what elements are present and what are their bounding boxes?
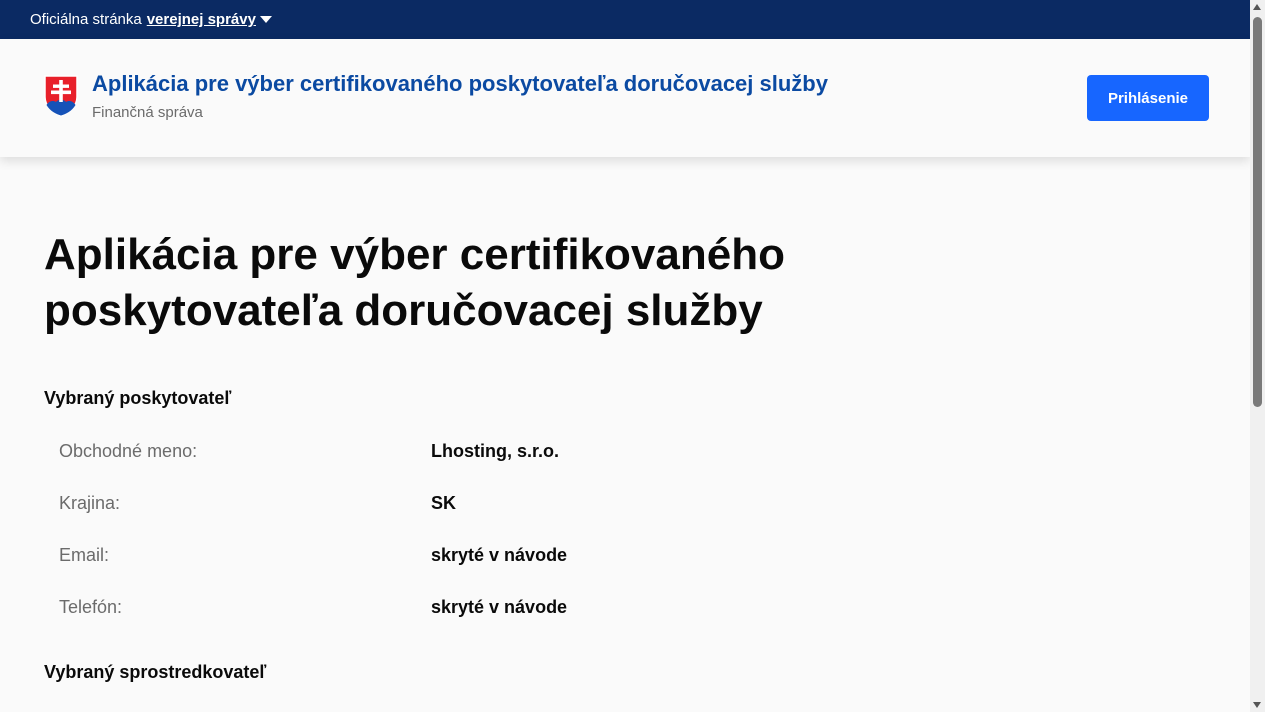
provider-row-phone: Telefón: skryté v návode	[44, 581, 1250, 633]
selected-provider-heading: Vybraný poskytovateľ	[44, 388, 232, 408]
organization-name: Finančná správa	[92, 103, 203, 121]
main-content: Aplikácia pre výber certifikovaného posk…	[0, 157, 1250, 683]
official-site-label: Oficiálna stránka	[30, 11, 142, 28]
detail-label: Email:	[59, 544, 110, 565]
scrollbar-thumb[interactable]	[1253, 17, 1262, 407]
page: Oficiálna stránka verejnej správy Apliká…	[0, 0, 1250, 712]
public-administration-link[interactable]: verejnej správy	[147, 11, 256, 28]
caret-down-icon	[259, 16, 272, 23]
official-site-bar: Oficiálna stránka verejnej správy	[0, 0, 1250, 39]
page-title: Aplikácia pre výber certifikovaného posk…	[44, 230, 785, 335]
provider-row-email: Email: skryté v návode	[44, 529, 1250, 581]
site-header: Aplikácia pre výber certifikovaného posk…	[0, 39, 1250, 157]
slovak-coat-of-arms-icon	[44, 75, 78, 117]
detail-value: SK	[431, 492, 457, 513]
selected-intermediary-heading: Vybraný sprostredkovateľ	[44, 662, 267, 682]
detail-label: Telefón:	[59, 596, 123, 617]
provider-row-country: Krajina: SK	[44, 477, 1250, 529]
scroll-up-arrow-icon[interactable]	[1253, 4, 1261, 10]
app-title-link[interactable]: Aplikácia pre výber certifikovaného posk…	[92, 70, 828, 98]
public-administration-dropdown[interactable]: verejnej správy	[147, 11, 272, 28]
brand: Aplikácia pre výber certifikovaného posk…	[92, 70, 828, 121]
provider-row-business-name: Obchodné meno: Lhosting, s.r.o.	[44, 425, 1250, 477]
scroll-down-arrow-icon[interactable]	[1253, 702, 1261, 708]
detail-label: Krajina:	[59, 492, 121, 513]
detail-value: Lhosting, s.r.o.	[431, 440, 560, 461]
detail-value: skryté v návode	[431, 544, 568, 565]
detail-value: skryté v návode	[431, 596, 568, 617]
provider-details: Obchodné meno: Lhosting, s.r.o. Krajina:…	[44, 425, 1250, 633]
detail-label: Obchodné meno:	[59, 440, 198, 461]
login-button[interactable]: Prihlásenie	[1087, 75, 1209, 121]
vertical-scrollbar[interactable]	[1250, 0, 1265, 712]
